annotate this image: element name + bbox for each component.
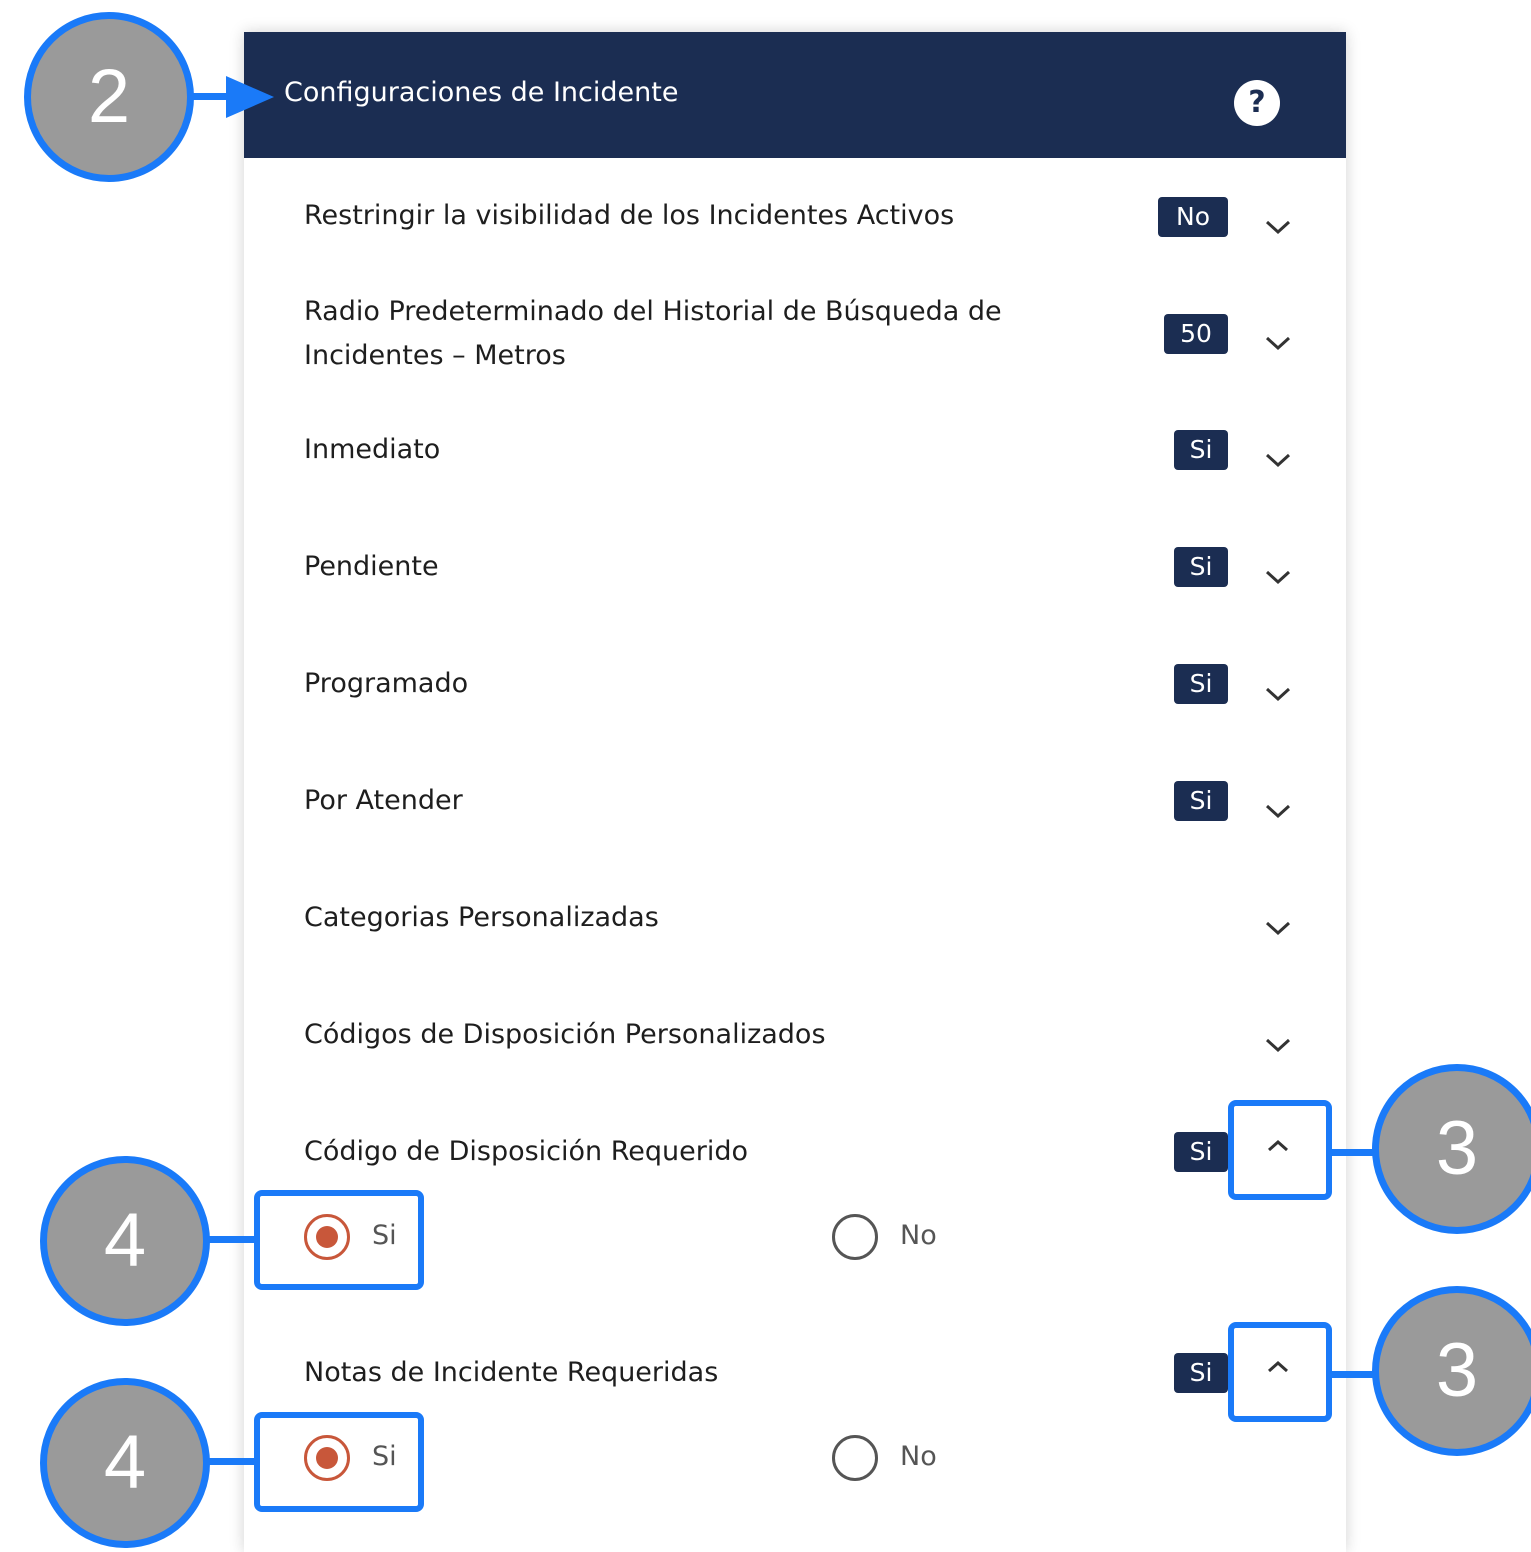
- annotation-marker-2: 2: [24, 12, 194, 182]
- annotation-marker-3: 3: [1372, 1286, 1531, 1456]
- annotation-marker-4: 4: [40, 1156, 210, 1326]
- setting-label-notes-required: Notas de Incidente Requeridas: [304, 1357, 719, 1388]
- annotation-marker-4: 4: [40, 1378, 210, 1548]
- setting-label-programado: Programado: [304, 668, 469, 699]
- setting-value-badge: Si: [1174, 1132, 1228, 1172]
- setting-label-search-radius-line1: Radio Predeterminado del Historial de Bú…: [304, 296, 1002, 327]
- radio-no-notes[interactable]: [832, 1435, 878, 1481]
- annotation-highlight-box: [1228, 1322, 1332, 1422]
- chevron-down-icon[interactable]: [1258, 791, 1298, 831]
- annotation-arrowhead-icon: [226, 76, 274, 118]
- setting-label-search-radius-line2: Incidentes – Metros: [304, 340, 566, 371]
- annotation-marker-3: 3: [1372, 1064, 1531, 1234]
- setting-label-custom-disposition-codes: Códigos de Disposición Personalizados: [304, 1019, 826, 1050]
- setting-label-restrict-visibility: Restringir la visibilidad de los Inciden…: [304, 200, 955, 231]
- radio-label-no: No: [900, 1220, 937, 1251]
- setting-label-inmediato: Inmediato: [304, 434, 441, 465]
- chevron-down-icon[interactable]: [1258, 674, 1298, 714]
- chevron-down-icon[interactable]: [1258, 207, 1298, 247]
- incident-settings-panel: Configuraciones de Incidente ? Restringi…: [244, 32, 1346, 1552]
- setting-label-disposition-required: Código de Disposición Requerido: [304, 1136, 749, 1167]
- annotation-highlight-box: [254, 1412, 424, 1512]
- question-circle-icon[interactable]: ?: [1234, 80, 1280, 126]
- setting-label-pendiente: Pendiente: [304, 551, 439, 582]
- radio-label-no: No: [900, 1441, 937, 1472]
- chevron-down-icon[interactable]: [1258, 323, 1298, 363]
- setting-value-badge: 50: [1164, 314, 1228, 354]
- chevron-down-icon[interactable]: [1258, 440, 1298, 480]
- panel-title: Configuraciones de Incidente: [284, 77, 679, 108]
- annotation-highlight-box: [254, 1190, 424, 1290]
- chevron-down-icon[interactable]: [1258, 1025, 1298, 1065]
- annotation-arrow-line: [206, 1458, 258, 1465]
- setting-value-badge: No: [1158, 197, 1228, 237]
- setting-value-badge: Si: [1174, 547, 1228, 587]
- annotation-arrow-line: [206, 1236, 258, 1243]
- setting-value-badge: Si: [1174, 1353, 1228, 1393]
- setting-value-badge: Si: [1174, 664, 1228, 704]
- setting-value-badge: Si: [1174, 781, 1228, 821]
- chevron-down-icon[interactable]: [1258, 908, 1298, 948]
- radio-no-disposition[interactable]: [832, 1214, 878, 1260]
- chevron-down-icon[interactable]: [1258, 557, 1298, 597]
- setting-label-custom-categories: Categorias Personalizadas: [304, 902, 659, 933]
- setting-label-por-atender: Por Atender: [304, 785, 463, 816]
- setting-value-badge: Si: [1174, 430, 1228, 470]
- panel-header: Configuraciones de Incidente ?: [244, 32, 1346, 158]
- annotation-highlight-box: [1228, 1100, 1332, 1200]
